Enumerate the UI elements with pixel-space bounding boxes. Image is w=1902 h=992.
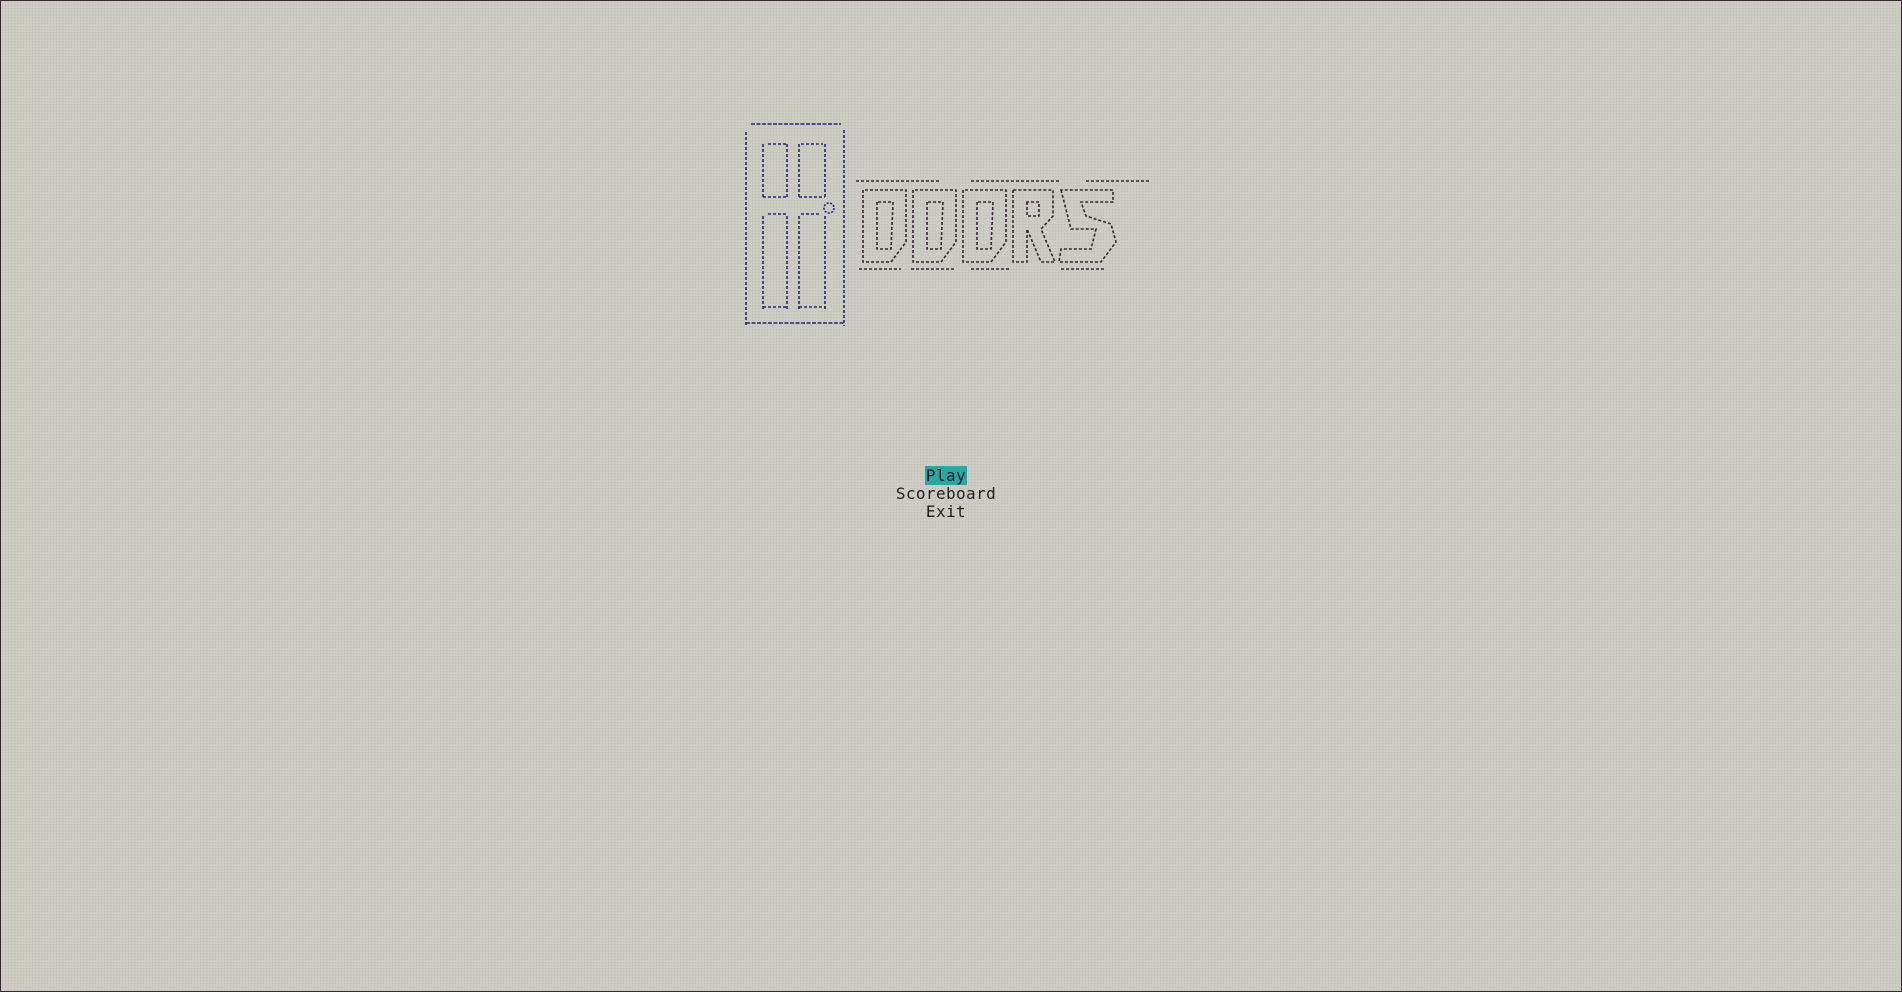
terminal-window: Play Scoreboard Exit xyxy=(0,0,1902,992)
menu-item-exit[interactable]: Exit xyxy=(1,503,1891,521)
doors-ascii-logo xyxy=(745,123,1151,326)
menu-item-play-label: Play xyxy=(924,466,968,485)
main-menu: Play Scoreboard Exit xyxy=(1,466,1891,521)
menu-item-play[interactable]: Play xyxy=(1,466,1891,485)
door-icon xyxy=(745,123,845,326)
game-logo xyxy=(741,104,1181,334)
logo-letters xyxy=(856,180,1151,270)
menu-item-exit-label: Exit xyxy=(925,502,967,521)
menu-item-scoreboard-label: Scoreboard xyxy=(895,484,997,503)
menu-item-scoreboard[interactable]: Scoreboard xyxy=(1,485,1891,503)
